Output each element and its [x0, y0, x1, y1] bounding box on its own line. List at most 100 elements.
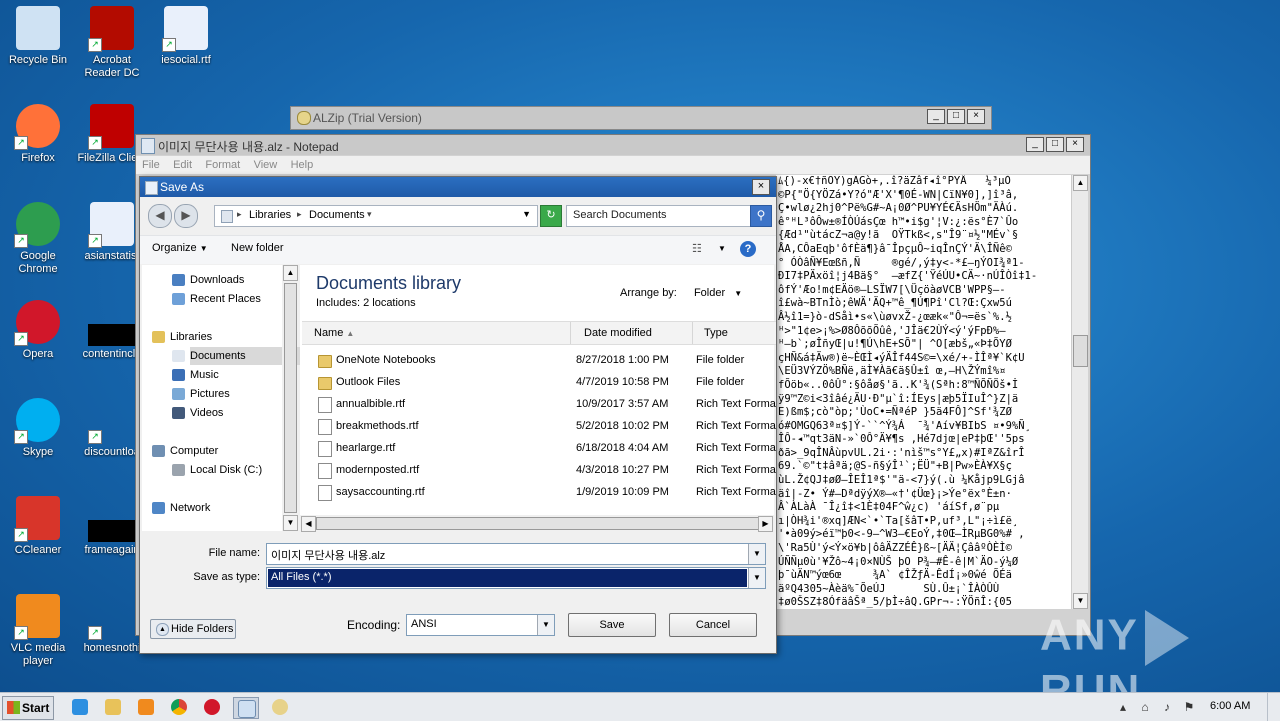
- taskbar-file-explorer[interactable]: [101, 697, 125, 717]
- notepad-scrollbar[interactable]: ▲ ▼: [1071, 175, 1088, 609]
- taskbar-notepad[interactable]: [233, 697, 259, 719]
- notepad-titlebar[interactable]: 이미지 무단사용 내용.alz - Notepad _ □ ×: [136, 135, 1090, 155]
- save-button[interactable]: Save: [568, 613, 656, 637]
- file-name-field[interactable]: 이미지 무단사용 내용.alz ▼: [266, 543, 766, 565]
- view-dropdown-icon[interactable]: ▼: [718, 244, 726, 253]
- notepad-text-line: Ç•wlø¿2hj0^Pë%G#~A¡0Ø^PU¥YÉ€ÄsHÖm"ÄÀú.: [778, 202, 1019, 215]
- scroll-up-arrow[interactable]: ▲: [1073, 175, 1088, 191]
- back-arrow-icon[interactable]: ◀: [148, 204, 172, 228]
- menu-format[interactable]: Format: [205, 156, 240, 174]
- desktop-icon[interactable]: ↗ iesocial.rtf: [148, 6, 224, 67]
- desktop-icon[interactable]: ↗ Firefox: [0, 104, 76, 165]
- chevron-down-icon[interactable]: ▼: [748, 568, 765, 588]
- taskbar-chrome[interactable]: [167, 697, 191, 717]
- maximize-button[interactable]: □: [1046, 137, 1064, 152]
- desktop-icon[interactable]: ↗ Skype: [0, 398, 76, 459]
- word-document-icon: ↗: [88, 398, 134, 444]
- minimize-button[interactable]: _: [1026, 137, 1044, 152]
- chevron-down-icon[interactable]: ▼: [734, 289, 742, 298]
- save-as-type-select[interactable]: All Files (*.*) ▼: [266, 567, 766, 589]
- chevron-down-icon[interactable]: ▼: [537, 615, 554, 635]
- file-row[interactable]: annualbible.rtf 10/9/2017 3:57 AM Rich Tex…: [302, 393, 776, 415]
- taskbar-media-player[interactable]: [134, 697, 158, 717]
- show-hidden-icons-icon[interactable]: ▴: [1115, 699, 1131, 715]
- alzip-window[interactable]: ALZip (Trial Version) _ □ ×: [290, 106, 992, 130]
- breadcrumb-documents[interactable]: Documents: [309, 209, 365, 221]
- desktop-icon[interactable]: ↗ Google Chrome: [0, 202, 76, 276]
- minimize-button[interactable]: _: [927, 109, 945, 124]
- downloads-folder-icon: [172, 274, 185, 286]
- network-icon[interactable]: ⌂: [1137, 699, 1153, 715]
- search-input[interactable]: Search Documents: [566, 205, 752, 227]
- nav-item[interactable]: Network: [152, 499, 295, 517]
- file-type: Rich Text Forma: [696, 442, 776, 454]
- save-as-dialog[interactable]: Save As × ◀ ▶ ▸ Libraries ▸ Documents ▾ …: [139, 176, 777, 654]
- speaker-icon[interactable]: ♪: [1159, 699, 1175, 715]
- scroll-thumb[interactable]: [316, 517, 760, 530]
- file-row[interactable]: modernposted.rtf 4/3/2018 10:27 PM Rich Te…: [302, 459, 776, 481]
- scroll-down-arrow[interactable]: ▼: [1073, 593, 1088, 609]
- file-row[interactable]: breakmethods.rtf 5/2/2018 10:02 PM Rich Te…: [302, 415, 776, 437]
- desktop-icon[interactable]: Recycle Bin: [0, 6, 76, 67]
- desktop-icon[interactable]: ↗ CCleaner: [0, 496, 76, 557]
- chevron-down-icon[interactable]: ▼: [748, 544, 765, 564]
- scroll-thumb[interactable]: [1073, 335, 1088, 367]
- cancel-button[interactable]: Cancel: [669, 613, 757, 637]
- close-button[interactable]: ×: [967, 109, 985, 124]
- show-desktop-button[interactable]: [1267, 693, 1280, 721]
- notepad-text-area[interactable]: ﾑ{)-x€†ñOY)gÃGò+,.î?äZâf◂î°PYÂ ¼³µÒ ©P{"Ö…: [776, 175, 1074, 609]
- nav-item[interactable]: Computer: [152, 442, 295, 460]
- file-row[interactable]: hearlarge.rtf 6/18/2018 4:04 AM Rich Text …: [302, 437, 776, 459]
- taskbar-internet-explorer[interactable]: [68, 697, 92, 717]
- scroll-right-arrow[interactable]: ▶: [758, 516, 773, 532]
- desktop-icon[interactable]: ↗ Opera: [0, 300, 76, 361]
- menu-file[interactable]: File: [142, 156, 160, 174]
- file-row[interactable]: saysaccounting.rtf 1/9/2019 10:09 PM Rich …: [302, 481, 776, 503]
- notepad-text-line: ÿ9™Z©i<3îâé¿ÄU·Ð"µ`î:ÍEys|æþ5ÏIuÎ^}Z|ä: [778, 392, 1019, 405]
- forward-arrow-icon[interactable]: ▶: [174, 204, 198, 228]
- horizontal-scrollbar[interactable]: ◀ ▶: [300, 515, 774, 532]
- menu-view[interactable]: View: [254, 156, 278, 174]
- file-row[interactable]: Outlook Files 4/7/2019 10:58 PM File folde…: [302, 371, 772, 393]
- taskbar-opera[interactable]: [200, 697, 224, 717]
- clock[interactable]: 6:00 AM: [1210, 700, 1250, 712]
- flag-icon[interactable]: ⚑: [1181, 699, 1197, 715]
- scroll-thumb[interactable]: [284, 283, 297, 513]
- scroll-down-arrow[interactable]: ▼: [283, 515, 298, 531]
- ccleaner-icon: ↗: [14, 496, 60, 542]
- menu-edit[interactable]: Edit: [173, 156, 192, 174]
- notepad-text-line: '•à09ý>éï™þ0<-9—^W3—€EoÝ,‡0Œ—ÌRµBG0%# ,: [778, 528, 1025, 541]
- address-bar[interactable]: ▸ Libraries ▸ Documents ▾ ▼: [214, 205, 538, 227]
- navigation-scrollbar[interactable]: ▲ ▼: [282, 265, 298, 531]
- scroll-left-arrow[interactable]: ◀: [301, 516, 316, 532]
- menu-help[interactable]: Help: [291, 156, 314, 174]
- column-date-modified[interactable]: Date modified: [572, 322, 693, 344]
- notepad-text-line: ÚÑÑµ0ù'¥Žô~4¡0×NÙŠ þO P¾—#Ê-ê|M`ÄO-ý¼Ø: [778, 555, 1019, 568]
- address-dropdown-icon[interactable]: ▼: [522, 209, 531, 219]
- desktop-icon[interactable]: ↗ Acrobat Reader DC: [74, 6, 150, 80]
- close-button[interactable]: ×: [1066, 137, 1084, 152]
- nav-item[interactable]: Libraries: [152, 328, 295, 346]
- close-button[interactable]: ×: [752, 179, 770, 195]
- help-icon[interactable]: ?: [740, 241, 756, 257]
- hide-folders-button[interactable]: ▲ Hide Folders: [150, 619, 236, 639]
- new-folder-button[interactable]: New folder: [231, 242, 284, 254]
- desktop-icon[interactable]: ↗ VLC media player: [0, 594, 76, 668]
- file-row[interactable]: OneNote Notebooks 8/27/2018 1:00 PM File f…: [302, 349, 772, 371]
- view-options-icon[interactable]: ☷: [692, 242, 702, 255]
- save-as-titlebar[interactable]: Save As ×: [140, 177, 776, 197]
- maximize-button[interactable]: □: [947, 109, 965, 124]
- taskbar-alzip[interactable]: [268, 697, 292, 717]
- library-includes[interactable]: Includes: 2 locations: [316, 297, 416, 309]
- start-button[interactable]: Start: [2, 696, 54, 720]
- search-icon[interactable]: ⚲: [750, 205, 772, 227]
- column-name[interactable]: Name ▲: [302, 322, 571, 344]
- notepad-text-line: äºQ4305~Àèä%¯ÕeÚJ SÙ.Û±¡`ÎÀÒÛÙ: [778, 582, 1000, 595]
- breadcrumb-libraries[interactable]: Libraries: [249, 209, 291, 221]
- refresh-icon[interactable]: ↻: [540, 205, 562, 227]
- column-type[interactable]: Type: [692, 322, 784, 344]
- arrange-by-value[interactable]: Folder: [694, 287, 725, 299]
- scroll-up-arrow[interactable]: ▲: [283, 265, 298, 281]
- organize-button[interactable]: Organize ▼: [152, 242, 208, 254]
- encoding-select[interactable]: ANSI ▼: [406, 614, 555, 636]
